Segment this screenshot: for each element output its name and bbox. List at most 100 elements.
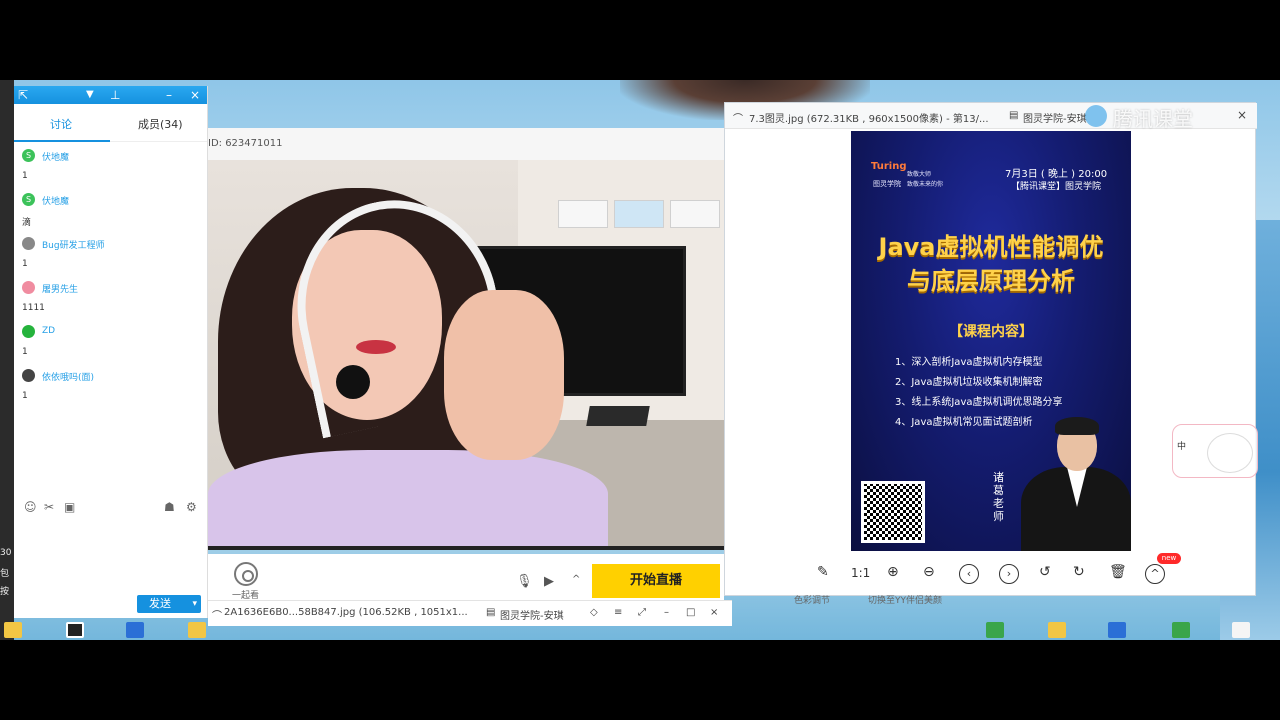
- qr-icon[interactable]: [66, 622, 84, 638]
- active-tab-indicator: [14, 140, 110, 142]
- avatar[interactable]: [22, 281, 35, 294]
- maximize-icon[interactable]: □: [686, 607, 695, 618]
- video-frame: [670, 200, 720, 228]
- poster-section: 【课程内容】: [949, 324, 1033, 340]
- sender-name[interactable]: 伏地魔: [42, 194, 69, 207]
- side-text: 30: [0, 548, 12, 558]
- poster-title: Java虚拟机性能调优: [878, 233, 1104, 261]
- close-icon[interactable]: ×: [190, 87, 200, 103]
- image-viewer: ⌒ 7.3图灵.jpg (672.31KB , 960x1500像素) - 第1…: [724, 102, 1257, 596]
- sender-name[interactable]: 伏地魔: [42, 150, 69, 163]
- poster-item: 1、深入剖析Java虚拟机内存模型: [895, 357, 1043, 368]
- side-text: 按: [0, 587, 10, 597]
- word-icon[interactable]: [126, 622, 144, 638]
- avatar[interactable]: S: [22, 193, 35, 206]
- chevron-down-icon[interactable]: ▾: [192, 595, 197, 613]
- message-text: 1111: [22, 303, 45, 313]
- actual-size-button[interactable]: 1:1: [851, 566, 870, 580]
- chevron-down-icon[interactable]: ▼: [86, 87, 94, 103]
- image-icon[interactable]: ▣: [64, 500, 75, 514]
- poster-brand-cn: 图灵学院: [873, 180, 901, 188]
- image-filename: 2A1636E6B0...58B847.jpg (106.52KB , 1051…: [224, 607, 468, 618]
- group-icon: ▤: [486, 607, 496, 618]
- sender-name[interactable]: 依依哦吗(面): [42, 370, 94, 383]
- list-item: S 伏地魔 1: [14, 146, 207, 190]
- tab-discussion[interactable]: 讨论: [50, 116, 72, 132]
- poster-platform: 【腾讯课堂】图灵学院: [1011, 182, 1102, 192]
- word-icon[interactable]: [1108, 622, 1126, 638]
- fullscreen-icon[interactable]: ⤢: [638, 607, 646, 618]
- chevron-up-icon[interactable]: ^: [572, 574, 580, 585]
- viewer-filename: 7.3图灵.jpg (672.31KB , 960x1500像素) - 第13/…: [749, 114, 989, 125]
- spreadsheet-icon[interactable]: [1172, 622, 1190, 638]
- pin-icon[interactable]: ◇: [590, 607, 598, 618]
- poster-slogan: 致敬未来的你: [907, 181, 944, 188]
- poster-title: 与底层原理分析: [907, 267, 1075, 295]
- avatar[interactable]: [22, 237, 35, 250]
- image-icon: ⌒: [212, 611, 222, 622]
- menu-icon[interactable]: ≡: [614, 607, 622, 618]
- user-icon[interactable]: ☗: [164, 500, 175, 514]
- more-icon[interactable]: ^: [1145, 564, 1165, 584]
- gear-icon[interactable]: ⚙: [186, 500, 197, 514]
- beauty-toolbar: 色彩调节 切换至YY伴侣美颜: [786, 590, 966, 608]
- poster-date: 7月3日 ( 晚上 ) 20:00: [1005, 169, 1108, 180]
- send-button[interactable]: 发送 ▾: [137, 595, 201, 613]
- zoom-in-icon[interactable]: ⊕: [887, 564, 899, 580]
- delete-icon[interactable]: 🗑: [1109, 564, 1127, 580]
- mic-muted-icon[interactable]: 🎙: [516, 574, 533, 589]
- bunny-widget[interactable]: 中: [1172, 424, 1258, 478]
- previous-icon[interactable]: ‹: [959, 564, 979, 584]
- avatar[interactable]: [22, 369, 35, 382]
- minimize-icon[interactable]: –: [664, 607, 669, 618]
- tab-members[interactable]: 成员(34): [138, 116, 183, 132]
- viewer-group: 图灵学院-安琪: [1023, 114, 1087, 125]
- start-live-button[interactable]: 开始直播: [592, 564, 720, 598]
- video-body: [208, 450, 608, 550]
- switch-beauty-link[interactable]: 切换至YY伴侣美颜: [868, 593, 942, 606]
- avatar[interactable]: [22, 325, 35, 338]
- sender-name[interactable]: 屠男先生: [42, 282, 78, 295]
- folder-icon[interactable]: [188, 622, 206, 638]
- qr-code: [861, 481, 925, 543]
- spreadsheet-icon[interactable]: [986, 622, 1004, 638]
- color-adjust-link[interactable]: 色彩调节: [794, 593, 830, 606]
- next-icon[interactable]: ›: [999, 564, 1019, 584]
- rotate-right-icon[interactable]: ↻: [1073, 564, 1085, 580]
- rotate-left-icon[interactable]: ↺: [1039, 564, 1051, 580]
- folder-icon[interactable]: [1048, 622, 1066, 638]
- sender-name[interactable]: ZD: [42, 326, 55, 336]
- list-item: S 伏地魔 滴: [14, 190, 207, 234]
- list-item: Bug研发工程师 1: [14, 234, 207, 278]
- avatar[interactable]: S: [22, 149, 35, 162]
- minimize-icon[interactable]: –: [166, 87, 172, 103]
- edit-icon[interactable]: ✎: [817, 564, 829, 580]
- message-text: 1: [22, 391, 28, 401]
- video-frame: [614, 200, 664, 228]
- popout-icon[interactable]: ⇱: [18, 87, 28, 103]
- list-item: 屠男先生 1111: [14, 278, 207, 322]
- course-poster: Turing 图灵学院 致敬大师 致敬未来的你 7月3日 ( 晚上 ) 20:0…: [851, 131, 1131, 551]
- room-header: ID: 623471011: [208, 128, 724, 160]
- video-bottom-strip: [208, 546, 724, 550]
- live-video[interactable]: [208, 160, 724, 550]
- message-text: 1: [22, 259, 28, 269]
- close-icon[interactable]: ×: [710, 607, 718, 618]
- scissors-icon[interactable]: ✂: [44, 500, 54, 514]
- emoji-icon[interactable]: ☺: [24, 500, 37, 514]
- watch-together-icon[interactable]: [234, 562, 258, 586]
- pin-icon[interactable]: ⊥: [110, 87, 120, 103]
- new-badge: new: [1157, 553, 1181, 564]
- folder-icon[interactable]: [4, 622, 22, 638]
- video-keyboard: [586, 406, 650, 426]
- sender-name[interactable]: Bug研发工程师: [42, 238, 105, 251]
- zoom-out-icon[interactable]: ⊖: [923, 564, 935, 580]
- camera-icon[interactable]: ▶: [544, 574, 554, 589]
- play-icon: [1085, 105, 1107, 127]
- poster-slogan: 致敬大师: [907, 171, 932, 178]
- letterbox-bottom: [0, 640, 1280, 720]
- list-item: ZD 1: [14, 322, 207, 366]
- message-list: S 伏地魔 1 S 伏地魔 滴 Bug研发工程师 1 屠男先生 1111 ZD …: [14, 142, 207, 410]
- teacher-hair: [1055, 417, 1099, 435]
- document-icon[interactable]: [1232, 622, 1250, 638]
